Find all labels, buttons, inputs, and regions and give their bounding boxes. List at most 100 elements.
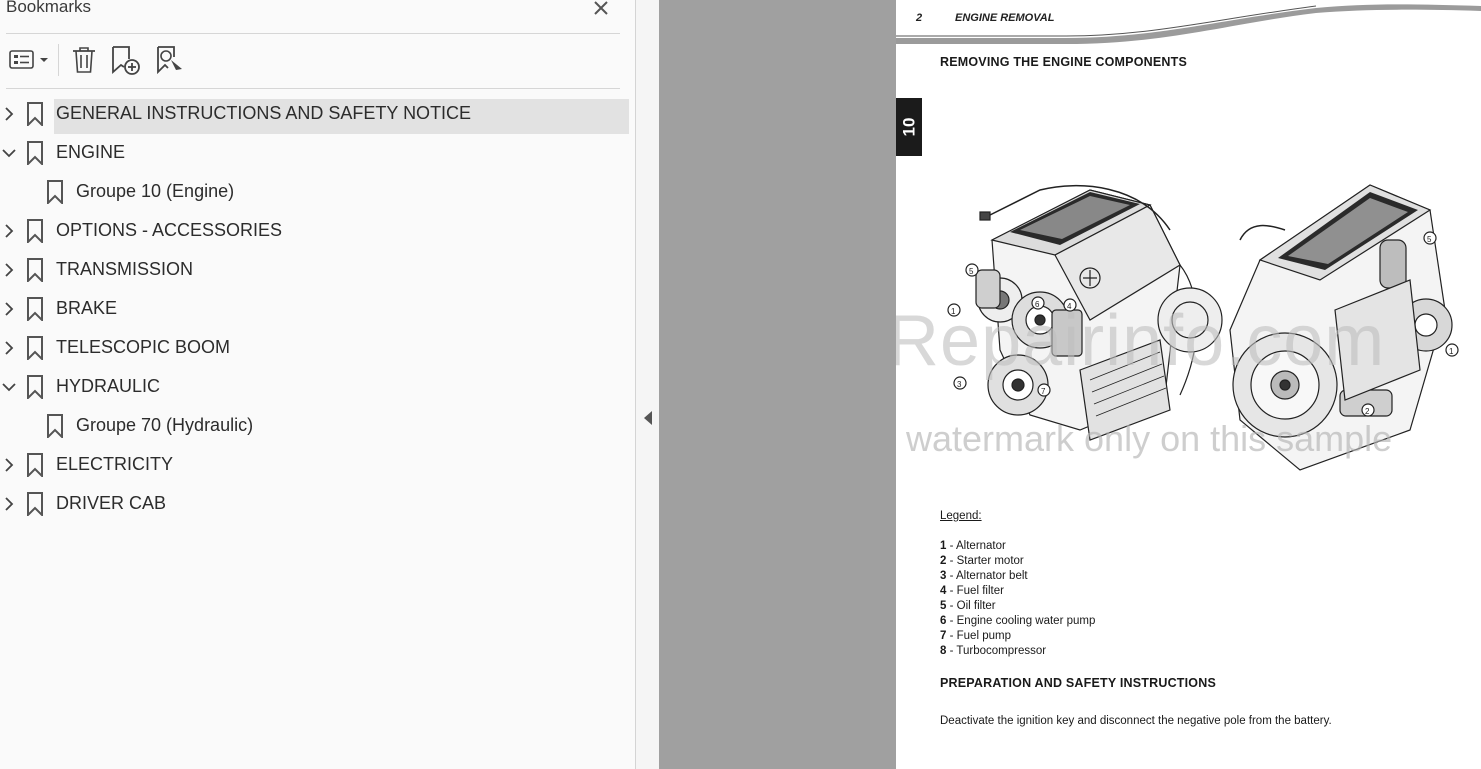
chevron-right-icon[interactable]: [1, 340, 17, 356]
bookmark-label: TELESCOPIC BOOM: [56, 337, 231, 357]
section-title: REMOVING THE ENGINE COMPONENTS: [940, 55, 1187, 69]
bookmarks-toolbar: [0, 40, 630, 80]
divider: [6, 33, 620, 34]
bookmark-item[interactable]: Groupe 70 (Hydraulic): [0, 406, 636, 445]
chevron-right-icon[interactable]: [1, 262, 17, 278]
document-page: 2 ENGINE REMOVAL REMOVING THE ENGINE COM…: [896, 0, 1481, 769]
legend-item: 4 - Fuel filter: [940, 585, 1095, 600]
delete-bookmark-button[interactable]: [70, 44, 98, 76]
new-bookmark-button[interactable]: [110, 44, 142, 76]
bookmark-label: OPTIONS - ACCESSORIES: [56, 220, 283, 240]
watermark-main: eRepairinfo.com: [896, 301, 1386, 381]
bookmark-icon: [46, 180, 64, 206]
chevron-down-icon[interactable]: [1, 145, 17, 161]
legend-separator: -: [946, 570, 956, 582]
chevron-right-icon[interactable]: [1, 106, 17, 122]
document-background: [659, 0, 896, 769]
bookmark-icon: [26, 336, 44, 362]
chevron-right-icon[interactable]: [1, 301, 17, 317]
bookmark-label: DRIVER CAB: [56, 493, 167, 513]
callout-label: 1: [1449, 347, 1454, 356]
bookmarks-panel: Bookmarks GENERAL INSTRUCTIONS AND SAFET…: [0, 0, 636, 769]
find-bookmark-icon: [157, 46, 182, 75]
bookmark-item[interactable]: OPTIONS - ACCESSORIES: [0, 211, 636, 250]
triangle-left-icon: [644, 411, 652, 425]
options-menu-button[interactable]: [6, 44, 50, 76]
chevron-right-icon[interactable]: [1, 496, 17, 512]
bookmark-label: GENERAL INSTRUCTIONS AND SAFETY NOTICE: [56, 103, 472, 123]
section-title-2: PREPARATION AND SAFETY INSTRUCTIONS: [940, 676, 1216, 690]
bookmark-icon: [26, 141, 44, 167]
bookmark-icon: [26, 453, 44, 479]
bookmark-icon: [26, 375, 44, 401]
chevron-right-icon[interactable]: [1, 457, 17, 473]
legend-text: Fuel pump: [956, 630, 1011, 642]
legend-text: Turbocompressor: [956, 645, 1047, 657]
bookmark-icon: [26, 297, 44, 323]
legend-item: 7 - Fuel pump: [940, 630, 1095, 645]
page-header-number: 2: [916, 12, 923, 24]
bookmark-item[interactable]: BRAKE: [0, 289, 636, 328]
body-paragraph: Deactivate the ignition key and disconne…: [940, 715, 1332, 727]
bookmark-item[interactable]: ELECTRICITY: [0, 445, 636, 484]
bookmark-label: TRANSMISSION: [56, 259, 194, 279]
legend-text: Alternator belt: [956, 570, 1028, 582]
legend-separator: -: [946, 555, 957, 567]
add-bookmark-icon: [112, 46, 140, 75]
legend-separator: -: [946, 630, 957, 642]
close-icon: [594, 1, 608, 15]
divider: [6, 88, 620, 89]
panel-splitter[interactable]: [636, 0, 659, 769]
bookmark-icon: [46, 414, 64, 440]
trash-icon: [73, 47, 95, 73]
bookmark-label: Groupe 10 (Engine): [76, 181, 235, 201]
bookmark-icon: [26, 258, 44, 284]
collapse-panel-button[interactable]: [643, 410, 653, 426]
bookmark-item[interactable]: Groupe 10 (Engine): [0, 172, 636, 211]
legend-title: Legend:: [940, 510, 982, 522]
bookmark-item[interactable]: TRANSMISSION: [0, 250, 636, 289]
legend-item: 3 - Alternator belt: [940, 570, 1095, 585]
bookmark-item[interactable]: HYDRAULIC: [0, 367, 636, 406]
legend-separator: -: [946, 600, 957, 612]
legend-item: 2 - Starter motor: [940, 555, 1095, 570]
bookmark-tree: GENERAL INSTRUCTIONS AND SAFETY NOTICE EN…: [0, 94, 636, 523]
callout-label: 5: [1427, 235, 1432, 244]
bookmark-icon: [26, 102, 44, 128]
callout-label: 2: [1365, 407, 1370, 416]
bookmark-item[interactable]: DRIVER CAB: [0, 484, 636, 523]
legend-text: Oil filter: [956, 600, 996, 612]
legend-text: Fuel filter: [956, 585, 1004, 597]
legend-text: Alternator: [956, 540, 1006, 552]
list-options-icon: [9, 50, 48, 69]
bookmark-label: ELECTRICITY: [56, 454, 174, 474]
bookmark-item[interactable]: TELESCOPIC BOOM: [0, 328, 636, 367]
chevron-down-icon[interactable]: [1, 379, 17, 395]
bookmark-icon: [26, 219, 44, 245]
watermark-sub: watermark only on this sample: [906, 418, 1393, 459]
close-panel-button[interactable]: [589, 0, 613, 20]
bookmark-label: Groupe 70 (Hydraulic): [76, 415, 254, 435]
legend-separator: -: [946, 540, 956, 552]
panel-title: Bookmarks: [6, 0, 92, 16]
expand-bookmark-button[interactable]: [154, 44, 186, 76]
legend-separator: -: [946, 615, 957, 627]
legend-list: 1 - Alternator 2 - Starter motor 3 - Alter…: [940, 540, 1095, 660]
legend-item: 5 - Oil filter: [940, 600, 1095, 615]
bookmark-icon: [26, 492, 44, 518]
callout-label: 7: [1041, 387, 1046, 396]
legend-item: 6 - Engine cooling water pump: [940, 615, 1095, 630]
legend-item: 8 - Turbocompressor: [940, 645, 1095, 660]
bookmark-label: ENGINE: [56, 142, 126, 162]
bookmark-item[interactable]: GENERAL INSTRUCTIONS AND SAFETY NOTICE: [0, 94, 636, 134]
legend-separator: -: [946, 585, 957, 597]
legend-separator: -: [946, 645, 957, 657]
chapter-tab: 10: [896, 98, 922, 156]
bookmark-label: HYDRAULIC: [56, 376, 161, 396]
bookmark-item[interactable]: ENGINE: [0, 133, 636, 172]
callout-label: 5: [969, 267, 974, 276]
toolbar-separator: [58, 44, 59, 76]
page-header-title: ENGINE REMOVAL: [955, 12, 1055, 24]
chapter-tab-label: 10: [898, 117, 918, 137]
chevron-right-icon[interactable]: [1, 223, 17, 239]
